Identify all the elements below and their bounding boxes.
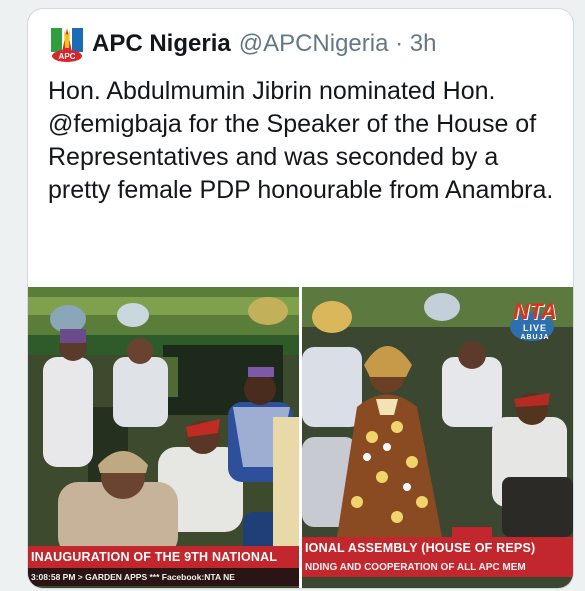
right-ticker-main: IONAL ASSEMBLY (HOUSE OF REPS) (302, 537, 573, 559)
apc-logo-icon[interactable]: APC (50, 26, 84, 62)
tweet-text: Hon. Abdulmumin Jibrin nominated Hon. @f… (48, 77, 554, 204)
badge-location: ABUJA (520, 334, 550, 341)
chamber-scene-illustration (28, 287, 299, 588)
logo-label: APC (59, 52, 76, 61)
tweet-media[interactable]: INAUGURATION OF THE 9TH NATIONAL 3:08:58… (28, 287, 573, 588)
tweet-header: APC APC Nigeria @APCNigeria · 3h (50, 25, 436, 63)
right-ticker-sub: NDING AND COOPERATION OF ALL APC MEM (302, 559, 573, 577)
badge-channel: NTA (513, 299, 557, 324)
media-photo-left[interactable]: INAUGURATION OF THE 9TH NATIONAL 3:08:58… (28, 287, 299, 588)
media-photo-right[interactable]: NTA LIVE ABUJA IONAL ASSEMBLY (HOUSE OF … (302, 287, 573, 588)
left-ticker-sub: 3:08:58 PM > GARDEN APPS *** Facebook:NT… (28, 568, 299, 586)
badge-live: LIVE (522, 323, 547, 333)
handle-and-time[interactable]: @APCNigeria · 3h (239, 30, 437, 58)
display-name[interactable]: APC Nigeria (92, 30, 231, 58)
tweet-card[interactable]: APC APC Nigeria @APCNigeria · 3h Hon. Ab… (27, 8, 574, 589)
nta-live-badge: NTA LIVE ABUJA (507, 299, 563, 342)
left-ticker-main: INAUGURATION OF THE 9TH NATIONAL (28, 546, 299, 568)
